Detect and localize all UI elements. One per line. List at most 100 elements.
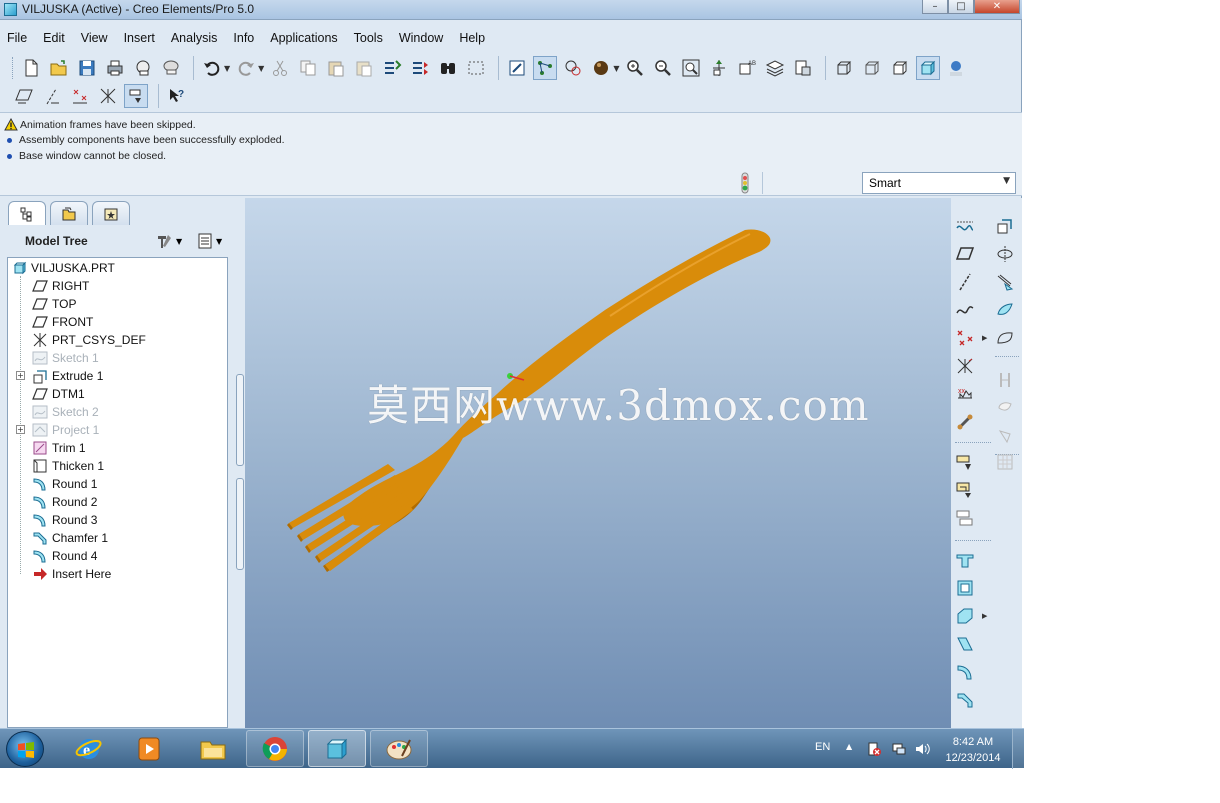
round-tool-icon[interactable] <box>953 660 977 684</box>
datum-planes-icon[interactable] <box>12 84 36 108</box>
volume-icon[interactable] <box>914 741 930 757</box>
curve-tool-icon[interactable] <box>953 298 977 322</box>
navigator-splitter[interactable] <box>230 198 245 728</box>
taskbar-creo[interactable] <box>308 730 366 767</box>
variable-sweep-icon[interactable] <box>993 270 1017 294</box>
taskbar-chrome[interactable] <box>246 730 304 767</box>
repaint-icon[interactable] <box>505 56 529 80</box>
title-bar[interactable]: VILJUSKA (Active) - Creo Elements/Pro 5.… <box>0 0 1022 20</box>
paste-icon[interactable] <box>324 56 348 80</box>
action-center-icon[interactable] <box>866 741 882 757</box>
reorient-icon[interactable] <box>707 56 731 80</box>
spin-center-icon[interactable] <box>533 56 558 80</box>
layers-icon[interactable] <box>763 56 787 80</box>
show-hidden-icons-icon[interactable]: ▲ <box>846 742 852 751</box>
style-tool-icon[interactable] <box>993 424 1017 448</box>
undo-dropdown-icon[interactable]: ▼ <box>224 64 230 73</box>
print-icon[interactable] <box>103 56 127 80</box>
no-hidden-icon[interactable] <box>888 56 912 80</box>
paste-special-icon[interactable] <box>352 56 376 80</box>
toolbar-grip[interactable] <box>12 57 15 79</box>
point-tool-flyout-icon[interactable]: ▶ <box>982 334 987 342</box>
taskbar-internet-explorer[interactable]: e <box>60 730 118 767</box>
settings-menu-button[interactable]: ▼ <box>156 232 182 250</box>
zoom-in-icon[interactable] <box>623 56 647 80</box>
datum-axes-icon[interactable] <box>40 84 64 108</box>
close-button[interactable]: ✕ <box>974 0 1020 14</box>
point-tool-icon[interactable] <box>953 326 977 350</box>
traffic-light-icon[interactable] <box>740 172 750 194</box>
find-icon[interactable] <box>436 56 460 80</box>
enhanced-realism-icon[interactable] <box>944 56 968 80</box>
taskbar-paint[interactable] <box>370 730 428 767</box>
regenerate-icon[interactable] <box>380 56 404 80</box>
maximize-button[interactable]: □ <box>948 0 974 14</box>
orient-mode-icon[interactable] <box>561 56 585 80</box>
boundary-blend-icon[interactable] <box>993 326 1017 350</box>
menu-view[interactable]: View <box>74 28 117 48</box>
chamfer-tool-icon[interactable] <box>953 688 977 712</box>
pattern-tool-icon[interactable] <box>993 396 1017 420</box>
copy-icon[interactable] <box>296 56 320 80</box>
hole-tool-icon[interactable] <box>953 548 977 572</box>
menu-window[interactable]: Window <box>392 28 452 48</box>
saved-views-icon[interactable]: AB <box>735 56 759 80</box>
sash-handle[interactable] <box>236 374 244 466</box>
shading-icon[interactable] <box>916 56 941 80</box>
plane-tool-icon[interactable] <box>953 242 977 266</box>
appearance-dropdown-icon[interactable]: ▼ <box>613 64 619 73</box>
show-desktop-button[interactable] <box>1012 729 1024 769</box>
network-icon[interactable] <box>891 741 907 757</box>
taskbar-clock[interactable]: 8:42 AM 12/23/2014 <box>936 734 1010 766</box>
undo-icon[interactable] <box>200 56 224 80</box>
wireframe-icon[interactable] <box>832 56 856 80</box>
menu-help[interactable]: Help <box>452 28 494 48</box>
send-mail-icon[interactable] <box>131 56 155 80</box>
language-indicator[interactable]: EN <box>815 741 830 753</box>
redo-icon[interactable] <box>234 56 258 80</box>
start-button[interactable] <box>6 731 44 767</box>
zoom-out-icon[interactable] <box>651 56 675 80</box>
tab-favorites[interactable] <box>92 201 130 225</box>
taskbar-file-explorer[interactable] <box>184 730 242 767</box>
tab-folder-browser[interactable] <box>50 201 88 225</box>
cut-icon[interactable] <box>268 56 292 80</box>
menu-tools[interactable]: Tools <box>347 28 392 48</box>
minimize-button[interactable]: – <box>922 0 948 14</box>
menu-applications[interactable]: Applications <box>263 28 346 48</box>
annotations-icon[interactable] <box>124 84 148 108</box>
menu-info[interactable]: Info <box>226 28 263 48</box>
blend-tool-icon[interactable] <box>993 298 1017 322</box>
analysis-feature-icon[interactable]: xx <box>953 382 977 406</box>
sash-handle[interactable] <box>236 478 244 570</box>
datum-csys-icon[interactable] <box>96 84 120 108</box>
open-folder-icon[interactable] <box>47 56 71 80</box>
rib-tool-icon[interactable] <box>953 604 977 628</box>
csys-tool-icon[interactable] <box>953 354 977 378</box>
graphics-window[interactable]: 莫西网www.3dmox.com <box>245 198 951 728</box>
redo-dropdown-icon[interactable]: ▼ <box>258 64 264 73</box>
tab-model-tree[interactable] <box>8 201 46 225</box>
revolve-tool-icon[interactable] <box>993 242 1017 266</box>
rib-tool-flyout-icon[interactable]: ▶ <box>982 612 987 620</box>
view-manager-icon[interactable] <box>791 56 815 80</box>
menu-edit[interactable]: Edit <box>36 28 74 48</box>
copy-paste-tool-icon[interactable] <box>953 450 977 474</box>
refit-icon[interactable] <box>679 56 703 80</box>
hidden-line-icon[interactable] <box>860 56 884 80</box>
extrude-tool-icon[interactable] <box>993 214 1017 238</box>
datum-tool-icon[interactable] <box>953 410 977 434</box>
menu-analysis[interactable]: Analysis <box>164 28 227 48</box>
save-icon[interactable] <box>75 56 99 80</box>
draft-tool-icon[interactable] <box>953 632 977 656</box>
trim-tool-icon[interactable] <box>993 368 1017 392</box>
shell-tool-icon[interactable] <box>953 576 977 600</box>
menu-insert[interactable]: Insert <box>117 28 164 48</box>
regenerate-manager-icon[interactable] <box>408 56 432 80</box>
appearance-icon[interactable] <box>589 56 613 80</box>
selection-filter-dropdown[interactable]: Smart ▼ <box>862 172 1016 194</box>
show-menu-button[interactable]: ▼ <box>196 232 222 250</box>
whats-this-icon[interactable]: ? <box>165 84 189 108</box>
menu-file[interactable]: File <box>0 28 36 48</box>
freestyle-tool-icon[interactable] <box>993 450 1017 474</box>
